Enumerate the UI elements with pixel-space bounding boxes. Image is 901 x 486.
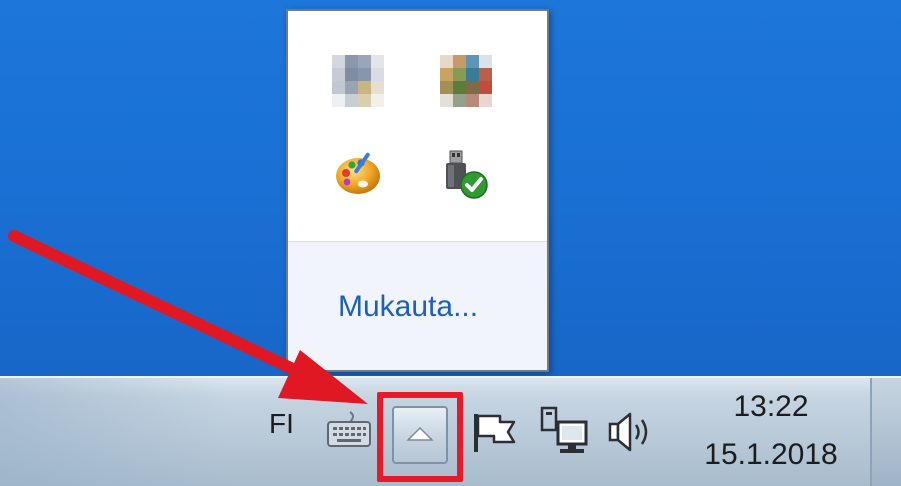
pixel-cell [358,68,371,81]
pixel-cell [371,55,384,68]
pixel-cell [453,68,466,81]
flag-icon[interactable] [470,410,518,460]
clock-date: 15.1.2018 [704,438,838,471]
pixel-cell [345,55,358,68]
usb-safely-remove-icon[interactable] [438,147,490,199]
show-desktop-button[interactable] [870,378,901,486]
pixel-cell [466,55,479,68]
pixel-cell [479,81,492,94]
keyboard-icon[interactable] [326,410,372,454]
paint-palette-icon[interactable] [332,149,384,201]
pixel-cell [466,68,479,81]
customize-link[interactable]: Mukauta... [338,290,478,324]
pixel-cell [466,81,479,94]
notification-overflow-popup: Mukauta... [286,9,549,372]
pixel-cell [453,94,466,107]
pixel-cell [479,55,492,68]
pixel-cell [332,55,345,68]
pixel-cell [440,81,453,94]
pixel-cell [440,55,453,68]
pixel-cell [332,68,345,81]
network-icon[interactable] [538,406,590,462]
pixel-cell [345,94,358,107]
pixel-cell [332,94,345,107]
pixel-cell [453,55,466,68]
pixelated-app-icon[interactable] [440,55,492,107]
pixel-cell [345,68,358,81]
pixel-cell [358,81,371,94]
pixel-cell [371,68,384,81]
pixel-cell [332,81,345,94]
pixel-cell [479,94,492,107]
pixel-cell [440,94,453,107]
taskbar-empty-area [0,378,230,486]
taskbar: FI 13:22 15.1.2018 [0,376,901,486]
pixelated-app-icon[interactable] [332,55,384,107]
language-indicator[interactable]: FI [269,408,294,440]
popup-footer: Mukauta... [288,241,547,370]
pixel-cell [371,81,384,94]
pixel-cell [358,55,371,68]
pixel-cell [440,68,453,81]
pixel-cell [453,81,466,94]
chevron-up-icon [406,426,434,441]
pixel-cell [466,94,479,107]
pixel-cell [479,68,492,81]
show-hidden-icons-button[interactable] [392,406,448,464]
pixel-cell [371,94,384,107]
pixel-cell [345,81,358,94]
speaker-icon[interactable] [606,408,656,460]
clock-time: 13:22 [733,390,809,423]
system-clock[interactable]: 13:22 15.1.2018 [688,386,854,476]
pixel-cell [358,94,371,107]
hidden-icons-panel [288,11,547,241]
